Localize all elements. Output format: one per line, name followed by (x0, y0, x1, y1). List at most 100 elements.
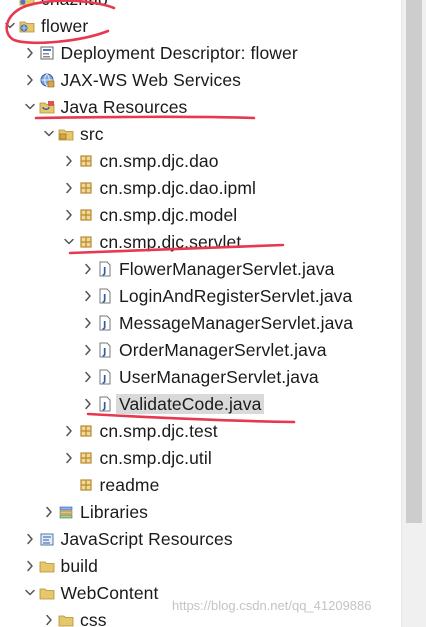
tree-item-label: JAX-WS Web Services (60, 70, 242, 90)
folder-icon (39, 585, 55, 601)
chevron-right-icon[interactable] (82, 262, 94, 276)
chevron-down-icon[interactable] (4, 19, 16, 33)
scrollbar-thumb[interactable] (406, 0, 422, 523)
java-file-icon: J (97, 342, 113, 358)
tree-item-label: LoginAndRegisterServlet.java (119, 286, 353, 306)
tree-item[interactable]: JAX-WS Web Services (0, 67, 401, 94)
web-services-icon (39, 72, 55, 88)
tree-item-label: UserManagerServlet.java (119, 367, 319, 387)
tree-item-label: MessageManagerServlet.java (119, 313, 354, 333)
tree-item[interactable]: J UserManagerServlet.java (0, 364, 401, 391)
chevron-right-icon[interactable] (63, 424, 75, 438)
tree-item[interactable]: J LoginAndRegisterServlet.java (0, 283, 401, 310)
chevron-down-icon[interactable] (24, 586, 36, 600)
chevron-right-icon[interactable] (82, 397, 94, 411)
chevron-right-icon[interactable] (24, 532, 36, 546)
project-icon (19, 0, 35, 7)
tree-item[interactable]: J ValidateCode.java (0, 391, 401, 418)
tree-item[interactable]: J MessageManagerServlet.java (0, 310, 401, 337)
tree-item[interactable]: readme (0, 472, 401, 499)
java-file-icon: J (97, 396, 113, 412)
chevron-right-icon[interactable] (82, 316, 94, 330)
tree-item-label: ValidateCode.java (116, 394, 265, 414)
svg-text:J: J (102, 267, 106, 277)
chevron-right-icon[interactable] (82, 289, 94, 303)
tree-item-label: chazhao (41, 0, 108, 9)
svg-text:J: J (102, 294, 106, 304)
svg-text:J: J (102, 375, 106, 385)
chevron-right-icon[interactable] (63, 451, 75, 465)
tree-item[interactable]: cn.smp.djc.util (0, 445, 401, 472)
tree-item[interactable]: src (0, 121, 401, 148)
tree-item[interactable]: cn.smp.djc.dao (0, 148, 401, 175)
svg-text:J: J (102, 321, 106, 331)
tree-item-label: cn.smp.djc.test (99, 421, 218, 441)
package-icon (78, 234, 94, 250)
chevron-down-icon[interactable] (24, 100, 36, 114)
tree-item-label: cn.smp.djc.dao (99, 151, 219, 171)
package-icon (78, 207, 94, 223)
tree-item-label: css (80, 610, 107, 627)
chevron-right-icon[interactable] (24, 559, 36, 573)
vertical-scrollbar[interactable] (401, 0, 426, 627)
package-icon (78, 180, 94, 196)
libraries-icon (58, 504, 74, 520)
web-project-icon (19, 18, 35, 34)
tree-item-label: src (80, 124, 104, 144)
javascript-resources-icon (39, 531, 55, 547)
tree-item[interactable]: JavaScript Resources (0, 526, 401, 553)
tree-item[interactable]: Libraries (0, 499, 401, 526)
chevron-right-icon[interactable] (63, 154, 75, 168)
tree-item-label: FlowerManagerServlet.java (119, 259, 335, 279)
folder-icon (39, 558, 55, 574)
tree-item-label: Java Resources (60, 97, 188, 117)
tree-item-label: build (60, 556, 98, 576)
tree-item[interactable]: cn.smp.djc.dao.ipml (0, 175, 401, 202)
svg-text:J: J (102, 348, 106, 358)
chevron-right-icon[interactable] (43, 613, 55, 627)
source-folder-icon (58, 126, 74, 142)
chevron-right-icon[interactable] (24, 46, 36, 60)
package-icon (78, 477, 94, 493)
tree-item[interactable]: build (0, 553, 401, 580)
tree-item[interactable]: flower (0, 13, 401, 40)
tree-item-label: readme (99, 475, 160, 495)
tree-item-label: flower (41, 16, 89, 36)
chevron-down-icon[interactable] (43, 127, 55, 141)
chevron-right-icon[interactable] (82, 370, 94, 384)
chevron-right-icon[interactable] (82, 343, 94, 357)
tree-item-label: JavaScript Resources (60, 529, 233, 549)
tree-item-label: cn.smp.djc.model (99, 205, 238, 225)
java-file-icon: J (97, 288, 113, 304)
tree-item[interactable]: cn.smp.djc.servlet (0, 229, 401, 256)
tree-item-label: cn.smp.djc.util (99, 448, 212, 468)
tree-item-label: WebContent (60, 583, 159, 603)
tree-item[interactable]: J FlowerManagerServlet.java (0, 256, 401, 283)
chevron-right-icon[interactable] (63, 181, 75, 195)
tree-item[interactable]: cn.smp.djc.model (0, 202, 401, 229)
java-file-icon: J (97, 369, 113, 385)
tree-item-label: cn.smp.djc.dao.ipml (99, 178, 257, 198)
tree-item-label: cn.smp.djc.servlet (99, 232, 242, 252)
package-icon (78, 423, 94, 439)
watermark-text: https://blog.csdn.net/qq_41209886 (172, 598, 372, 613)
package-icon (78, 450, 94, 466)
tree-item-label: OrderManagerServlet.java (119, 340, 327, 360)
chevron-right-icon[interactable] (63, 208, 75, 222)
tree-item[interactable]: chazhao (0, 0, 401, 13)
tree-item-label: Libraries (80, 502, 149, 522)
svg-text:J: J (102, 402, 106, 412)
tree-item-label: Deployment Descriptor: flower (60, 43, 298, 63)
chevron-down-icon[interactable] (63, 235, 75, 249)
folder-icon (58, 612, 74, 627)
tree-item[interactable]: J OrderManagerServlet.java (0, 337, 401, 364)
package-icon (78, 153, 94, 169)
tree-item[interactable]: cn.smp.djc.test (0, 418, 401, 445)
chevron-right-icon[interactable] (24, 73, 36, 87)
chevron-right-icon[interactable] (43, 505, 55, 519)
java-resources-icon (39, 99, 55, 115)
tree-item[interactable]: Java Resources (0, 94, 401, 121)
java-file-icon: J (97, 315, 113, 331)
tree-item[interactable]: Deployment Descriptor: flower (0, 40, 401, 67)
project-explorer-tree[interactable]: chazhao flower Deployment Descriptor: flow… (0, 0, 401, 627)
